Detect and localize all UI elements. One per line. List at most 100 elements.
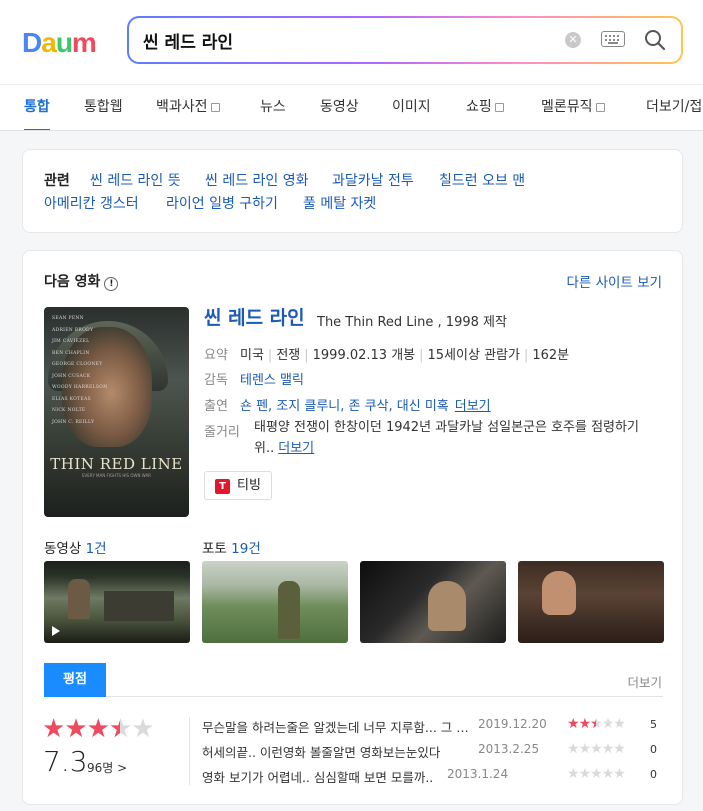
star-icon: ★	[42, 714, 65, 744]
search-input[interactable]	[143, 26, 543, 54]
other-site-link[interactable]: 다른 사이트 보기	[566, 271, 662, 291]
star-icon: ★	[567, 766, 580, 782]
external-link-icon	[494, 103, 504, 112]
rating-score: 7.3	[43, 745, 88, 778]
review-row[interactable]: 영화 보기가 어렵네.. 심심할때 보면 모를까.. 2013.1.24 ★★★…	[202, 766, 662, 787]
cast-links[interactable]: 숀 펜, 조지 클루니, 존 쿠삭, 대신 미혹	[240, 399, 449, 414]
photo-thumbnail[interactable]	[360, 561, 506, 643]
divider	[189, 717, 190, 785]
star-icon: ★	[613, 741, 626, 757]
poster-cast-name: GEORGE CLOONEY	[52, 362, 103, 367]
tab-melon-music[interactable]: 멜론뮤직	[541, 85, 605, 130]
tving-icon: T	[215, 479, 230, 494]
related-link[interactable]: 아메리칸 갱스터	[44, 193, 139, 213]
cast-row: 출연 숀 펜, 조지 클루니, 존 쿠삭, 대신 미혹 더보기	[204, 399, 491, 414]
review-date: 2013.1.24	[447, 767, 509, 781]
star-icon: ★	[590, 741, 603, 757]
section-title: 다음 영화!	[44, 271, 119, 291]
related-link[interactable]: 씬 레드 라인 영화	[205, 170, 309, 190]
tving-button[interactable]: T 티빙	[204, 471, 272, 500]
tab-image[interactable]: 이미지	[392, 85, 431, 130]
video-label[interactable]: 동영상 1건	[44, 537, 107, 557]
star-icon: ★	[613, 716, 626, 732]
star-icon: ★	[601, 741, 615, 757]
related-link[interactable]: 칠드런 오브 맨	[439, 170, 525, 190]
rating-stars: ★★★★ ★	[42, 714, 155, 744]
cast-more-link[interactable]: 더보기	[455, 399, 491, 414]
search-tabs: 통합 통합웹 백과사전 뉴스 동영상 이미지 쇼핑 멜론뮤직 더보기/접	[0, 84, 703, 131]
star-icon: ★	[578, 766, 592, 782]
related-link[interactable]: 과달카날 전투	[332, 170, 414, 190]
tab-shopping[interactable]: 쇼핑	[466, 85, 504, 130]
poster-cast-name: NICK NOLTE	[52, 408, 86, 413]
star-icon: ★	[613, 766, 626, 782]
review-row[interactable]: 허세의끝.. 이런영화 볼줄알면 영화보는눈있다 2013.2.25 ★★★★★…	[202, 741, 662, 762]
star-icon: ★	[109, 714, 132, 744]
star-icon: ★	[590, 766, 603, 782]
movie-poster[interactable]: SEAN PENN ADRIEN BRODY JIM CAVIEZEL BEN CHA…	[44, 307, 189, 517]
synopsis-more-link[interactable]: 더보기	[278, 441, 314, 456]
review-date: 2019.12.20	[478, 717, 547, 731]
movie-card: 다음 영화! 다른 사이트 보기 SEAN PENN ADRIEN BRODY JI…	[22, 250, 683, 805]
photo-thumbnail[interactable]	[202, 561, 348, 643]
poster-tagline: EVERY MAN FIGHTS HIS OWN WAR	[82, 473, 151, 478]
review-stars: ★★★★★	[567, 741, 626, 757]
poster-cast-name: BEN CHAPLIN	[52, 350, 90, 356]
poster-cast-name: ELIAS KOTEAS	[52, 396, 91, 402]
poster-cast-name: SEAN PENN	[52, 316, 84, 321]
star-icon: ★	[601, 766, 615, 782]
review-text: 허세의끝.. 이런영화 볼줄알면 영화보는눈있다	[202, 745, 441, 760]
info-icon[interactable]: !	[104, 277, 119, 291]
review-score: 0	[650, 743, 657, 756]
search-icon[interactable]	[643, 28, 667, 52]
review-date: 2013.2.25	[478, 742, 540, 756]
star-icon: ★	[131, 714, 154, 744]
review-stars: ★★★★★	[567, 716, 626, 732]
star-icon: ★	[567, 716, 580, 732]
related-link[interactable]: 라이언 일병 구하기	[166, 193, 278, 213]
review-text: 무슨말을 하려는줄은 알겠는데 너무 지루함... 그 전쟁에서	[202, 720, 472, 735]
external-link-icon	[210, 103, 220, 112]
tab-video[interactable]: 동영상	[320, 85, 359, 130]
clear-icon[interactable]: ✕	[565, 32, 581, 48]
director-link[interactable]: 테렌스 맬릭	[240, 373, 304, 388]
poster-cast-name: JOHN CUSACK	[52, 373, 91, 379]
poster-title: THIN RED LINE	[50, 455, 183, 473]
movie-title[interactable]: 씬 레드 라인	[204, 303, 305, 330]
photo-label[interactable]: 포토 19건	[202, 537, 261, 557]
poster-cast-name: WOODY HARRELSON	[52, 385, 108, 390]
tab-more[interactable]: 더보기/접	[646, 85, 702, 130]
review-stars: ★★★★★	[567, 766, 626, 782]
poster-cast-name: JIM CAVIEZEL	[52, 339, 90, 344]
tab-integrated[interactable]: 통합	[24, 85, 50, 130]
star-icon: ★	[64, 714, 87, 744]
video-thumbnail[interactable]	[44, 561, 190, 643]
review-row[interactable]: 무슨말을 하려는줄은 알겠는데 너무 지루함... 그 전쟁에서 2019.12…	[202, 716, 662, 737]
related-searches: 관련 씬 레드 라인 뜻 씬 레드 라인 영화 과달카날 전투 칠드런 오브 맨…	[22, 149, 683, 233]
related-label: 관련	[44, 173, 70, 189]
related-link[interactable]: 풀 메탈 자켓	[303, 193, 376, 213]
keyboard-icon[interactable]	[601, 31, 625, 47]
tab-encyclopedia[interactable]: 백과사전	[156, 85, 220, 130]
daum-logo[interactable]: Daum	[22, 27, 97, 59]
header: Daum ✕	[0, 0, 703, 84]
tab-news[interactable]: 뉴스	[260, 85, 286, 130]
rating-more-link[interactable]: 더보기	[627, 672, 662, 691]
external-link-icon	[595, 103, 605, 112]
synopsis: 태평양 전쟁이 한창이던 1942년 과달카날 섬일본군은 호주를 점령하기 위…	[254, 420, 639, 456]
poster-cast: SEAN PENN ADRIEN BRODY JIM CAVIEZEL BEN CHA…	[52, 313, 107, 428]
star-icon: ★	[590, 716, 603, 732]
play-icon	[52, 626, 60, 636]
photo-thumbnail[interactable]	[518, 561, 664, 643]
search-box: ✕	[127, 16, 683, 64]
tab-web[interactable]: 통합웹	[84, 85, 123, 130]
divider	[106, 696, 663, 697]
rating-voters[interactable]: 96명 >	[87, 759, 127, 776]
review-score: 5	[650, 718, 657, 731]
related-link[interactable]: 씬 레드 라인 뜻	[90, 170, 181, 190]
review-score: 0	[650, 768, 657, 781]
star-icon: ★	[567, 741, 580, 757]
star-icon: ★	[578, 741, 592, 757]
tab-rating[interactable]: 평점	[44, 663, 106, 697]
director-row: 감독 테렌스 맬릭	[204, 373, 304, 388]
